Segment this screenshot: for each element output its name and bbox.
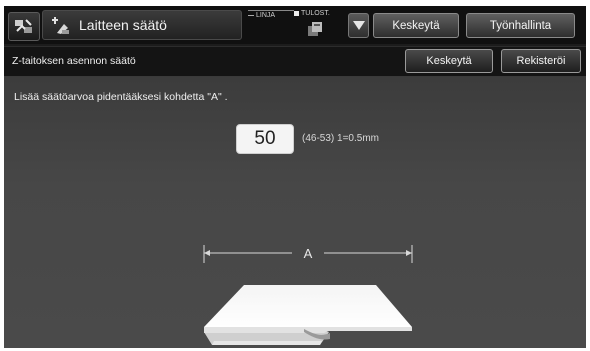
paper-under-shadow bbox=[212, 341, 322, 345]
settings-icon bbox=[15, 18, 32, 33]
settings-button[interactable] bbox=[8, 12, 40, 41]
z-fold-diagram: A bbox=[203, 245, 413, 345]
dimension-arrow-right bbox=[406, 250, 412, 256]
sub-title: Z-taitoksen asennon säätö bbox=[12, 55, 136, 67]
tulost-label: TULOST. bbox=[301, 10, 330, 17]
sub-header: Z-taitoksen asennon säätö Keskeytä Rekis… bbox=[4, 46, 586, 77]
value-input[interactable]: 50 bbox=[236, 124, 294, 154]
chevron-down-icon bbox=[352, 21, 365, 30]
linja-label: LINJA bbox=[256, 12, 276, 19]
dropdown-button[interactable] bbox=[348, 13, 369, 38]
page-title: Laitteen säätö bbox=[79, 17, 167, 33]
paper-top-sheet bbox=[204, 285, 412, 327]
instruction-text: Lisää säätöarvoa pidentääksesi kohdetta … bbox=[14, 91, 228, 103]
register-button[interactable]: Rekisteröi bbox=[501, 49, 581, 73]
dimension-arrow-left bbox=[204, 250, 210, 256]
title-box: Laitteen säätö bbox=[42, 10, 242, 40]
range-text: (46-53) 1=0.5mm bbox=[302, 133, 379, 144]
cancel-button[interactable]: Keskeytä bbox=[405, 49, 493, 73]
dimension-label: A bbox=[304, 246, 313, 261]
top-bar: Laitteen säätö LINJA TULOST. Keskeytä Ty… bbox=[4, 6, 586, 44]
job-status-button[interactable]: Työnhallinta bbox=[466, 13, 575, 38]
main-content: Lisää säätöarvoa pidentääksesi kohdetta … bbox=[4, 77, 586, 348]
tulost-indicator: TULOST. bbox=[294, 10, 330, 17]
printer-icon bbox=[308, 22, 322, 36]
adjust-icon bbox=[52, 17, 69, 34]
stop-button[interactable]: Keskeytä bbox=[373, 13, 459, 38]
screen: Laitteen säätö LINJA TULOST. Keskeytä Ty… bbox=[4, 6, 586, 348]
linja-indicator: LINJA bbox=[248, 10, 294, 19]
